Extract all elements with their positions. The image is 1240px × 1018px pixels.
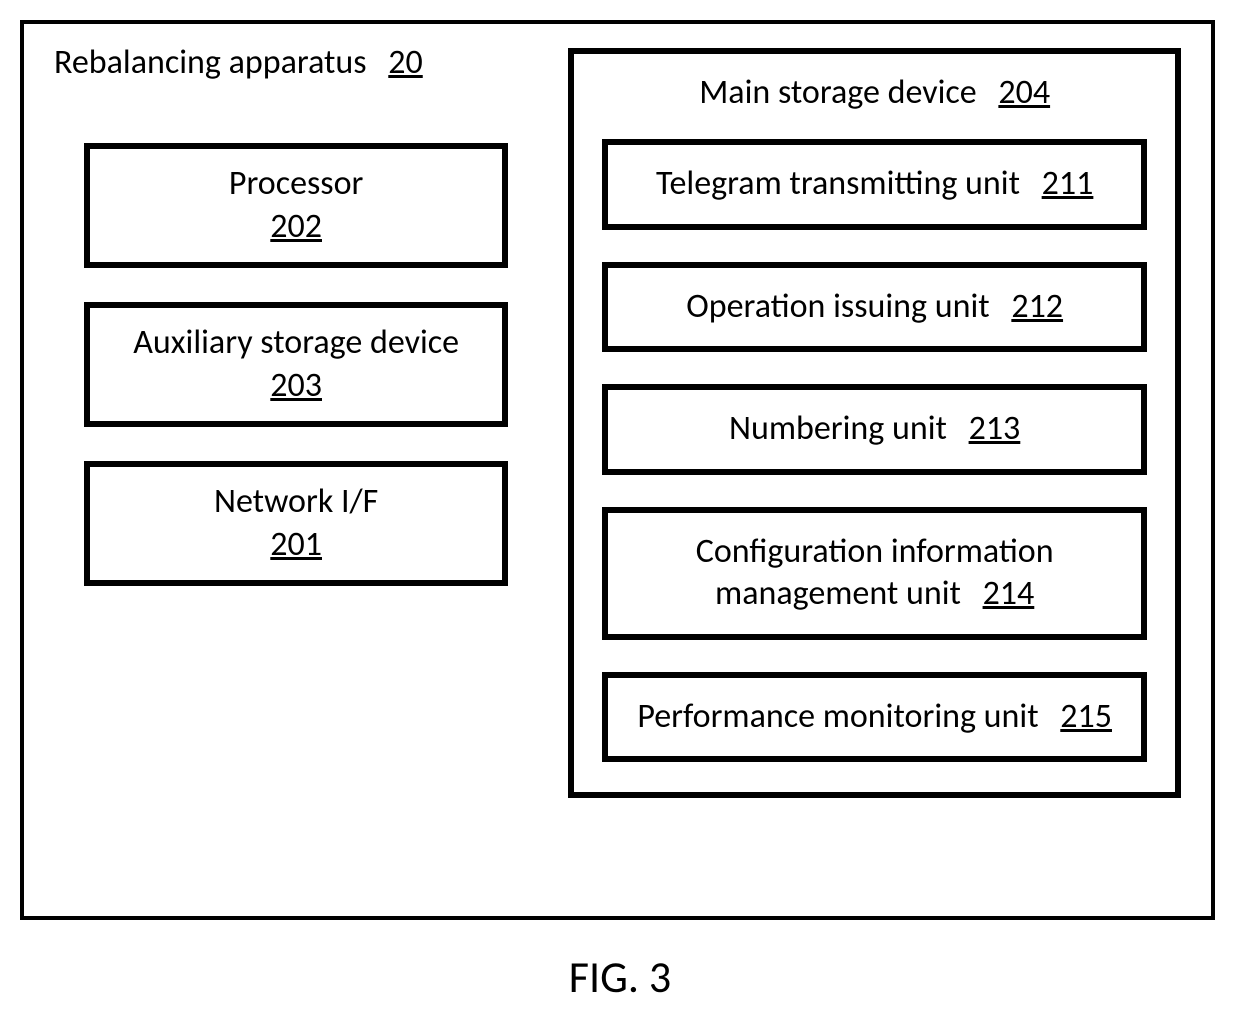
unit-ref: 213 xyxy=(969,408,1021,449)
aux-storage-label: Auxiliary storage device xyxy=(100,322,492,365)
unit-label: Telegram transmitting unit xyxy=(656,163,1020,204)
processor-ref: 202 xyxy=(100,206,492,249)
aux-storage-ref: 203 xyxy=(100,365,492,408)
main-storage-box: Main storage device 204 Telegram transmi… xyxy=(568,48,1181,798)
main-storage-units: Telegram transmitting unit 211 Operation… xyxy=(602,139,1147,762)
performance-monitoring-unit-box: Performance monitoring unit 215 xyxy=(602,672,1147,763)
rebalancing-apparatus-box: Rebalancing apparatus 20 Processor 202 A… xyxy=(20,20,1215,920)
figure-caption: FIG. 3 xyxy=(0,950,1240,1004)
processor-label: Processor xyxy=(100,163,492,206)
processor-box: Processor 202 xyxy=(84,143,508,268)
unit-ref: 214 xyxy=(983,573,1035,614)
aux-storage-box: Auxiliary storage device 203 xyxy=(84,302,508,427)
outer-title-ref: 20 xyxy=(388,42,422,83)
config-info-mgmt-unit-box: Configuration information management uni… xyxy=(602,507,1147,640)
unit-label: Operation issuing unit xyxy=(686,286,989,327)
network-if-label: Network I/F xyxy=(100,481,492,524)
unit-ref: 215 xyxy=(1060,696,1112,737)
unit-ref: 211 xyxy=(1042,163,1094,204)
unit-label: Performance monitoring unit xyxy=(637,696,1038,737)
network-if-ref: 201 xyxy=(100,524,492,567)
outer-title-label: Rebalancing apparatus xyxy=(54,42,367,83)
unit-label: Numbering unit xyxy=(729,408,947,449)
telegram-transmitting-unit-box: Telegram transmitting unit 211 xyxy=(602,139,1147,230)
main-storage-title-ref: 204 xyxy=(998,72,1050,113)
operation-issuing-unit-box: Operation issuing unit 212 xyxy=(602,262,1147,353)
numbering-unit-box: Numbering unit 213 xyxy=(602,384,1147,475)
main-storage-title-label: Main storage device xyxy=(699,72,976,113)
unit-ref: 212 xyxy=(1011,286,1063,327)
network-if-box: Network I/F 201 xyxy=(84,461,508,586)
columns: Processor 202 Auxiliary storage device 2… xyxy=(54,103,1181,798)
main-storage-title: Main storage device 204 xyxy=(602,72,1147,113)
left-column: Processor 202 Auxiliary storage device 2… xyxy=(84,143,508,586)
